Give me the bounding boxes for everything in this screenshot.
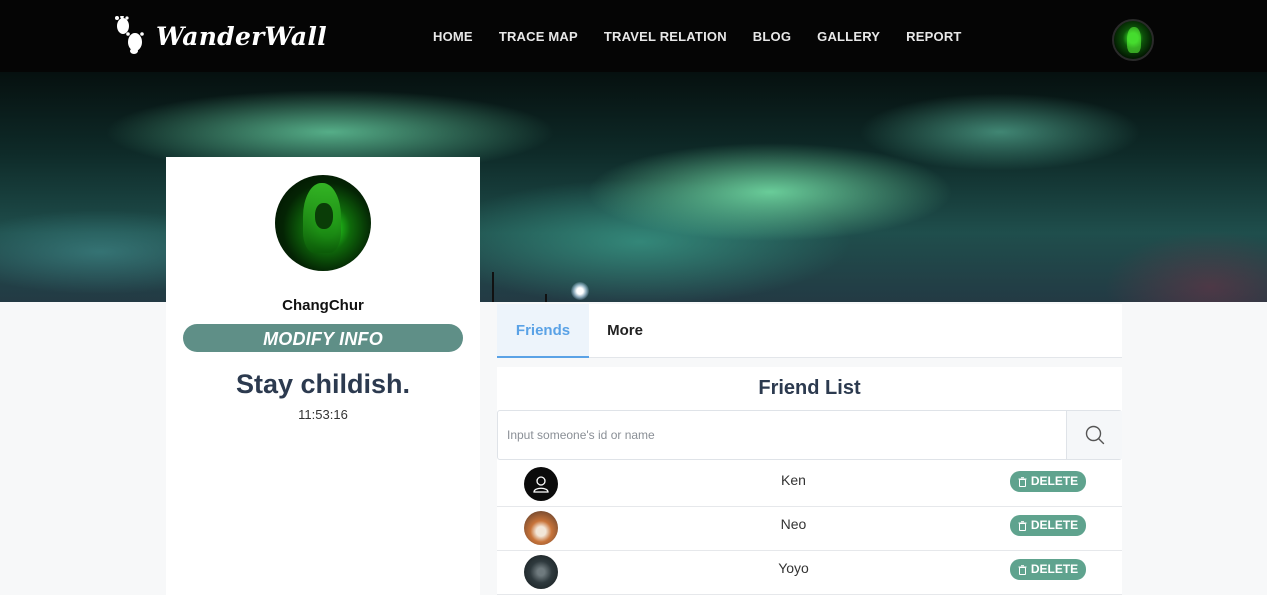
profile-clock: 11:53:16 xyxy=(298,407,348,422)
banner-light xyxy=(571,282,589,300)
delete-label: DELETE xyxy=(1030,474,1079,488)
search-icon xyxy=(1085,425,1104,445)
delete-friend-button[interactable]: DELETE xyxy=(1010,515,1086,536)
nav-gallery[interactable]: GALLERY xyxy=(817,29,880,44)
friend-search-bar xyxy=(497,410,1122,460)
friend-name: Yoyo xyxy=(778,560,809,576)
friend-row: Yoyo DELETE xyxy=(497,551,1122,595)
brand-name: WanderWall xyxy=(156,21,327,51)
modify-info-button[interactable]: MODIFY INFO xyxy=(183,324,463,352)
search-button[interactable] xyxy=(1066,411,1122,459)
nav-travel-relation[interactable]: TRAVEL RELATION xyxy=(604,29,727,44)
main-menu: HOME TRACE MAP TRAVEL RELATION BLOG GALL… xyxy=(420,0,975,72)
friend-search-input[interactable] xyxy=(498,411,1066,459)
delete-friend-button[interactable]: DELETE xyxy=(1010,471,1086,492)
friend-name: Ken xyxy=(781,472,806,488)
banner-pole xyxy=(492,272,494,302)
friend-row: Ken DELETE xyxy=(497,463,1122,507)
friend-name: Neo xyxy=(780,516,807,532)
tab-friends[interactable]: Friends xyxy=(497,304,589,358)
friend-list-title: Friend List xyxy=(758,377,861,399)
friend-row: Neo DELETE xyxy=(497,507,1122,551)
user-avatar[interactable] xyxy=(1112,19,1154,61)
nav-trace-map[interactable]: TRACE MAP xyxy=(499,29,578,44)
trash-icon xyxy=(1018,520,1027,531)
profile-motto: Stay childish. xyxy=(235,369,411,399)
profile-avatar xyxy=(275,175,371,271)
delete-label: DELETE xyxy=(1030,518,1079,532)
profile-tabs: Friends More xyxy=(497,304,1122,358)
tab-more[interactable]: More xyxy=(589,304,661,358)
profile-card: ChangChur MODIFY INFO Stay childish. 11:… xyxy=(166,157,480,595)
trash-icon xyxy=(1018,476,1027,487)
footprints-icon xyxy=(115,16,144,54)
top-navbar: WanderWall HOME TRACE MAP TRAVEL RELATIO… xyxy=(0,0,1267,72)
delete-friend-button[interactable]: DELETE xyxy=(1010,559,1086,580)
trash-icon xyxy=(1018,564,1027,575)
friend-list-panel: Friend List Ken DELETE xyxy=(497,367,1122,595)
nav-home[interactable]: HOME xyxy=(433,29,473,44)
nav-report[interactable]: REPORT xyxy=(906,29,961,44)
nav-blog[interactable]: BLOG xyxy=(753,29,791,44)
profile-username: ChangChur xyxy=(282,297,364,314)
brand-logo[interactable]: WanderWall xyxy=(113,16,327,56)
banner-pole xyxy=(545,294,547,302)
delete-label: DELETE xyxy=(1030,562,1079,576)
